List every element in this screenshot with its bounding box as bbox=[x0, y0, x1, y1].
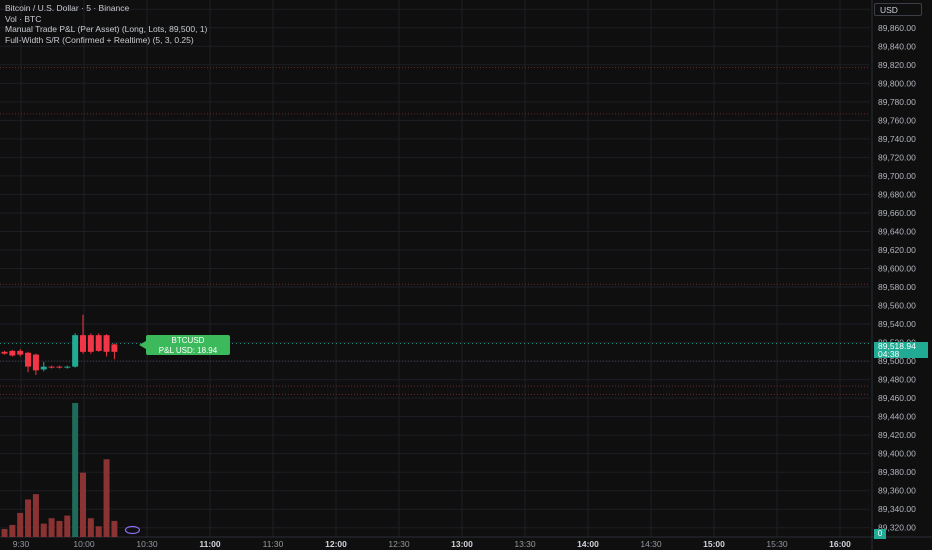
time-tick-label: 13:00 bbox=[451, 539, 473, 549]
candle-body bbox=[80, 335, 86, 352]
price-tick-label: 89,360.00 bbox=[878, 486, 916, 496]
price-tick-label: 89,820.00 bbox=[878, 60, 916, 70]
price-tick-label: 89,460.00 bbox=[878, 393, 916, 403]
price-tick-label: 89,560.00 bbox=[878, 301, 916, 311]
volume-bar bbox=[9, 524, 16, 537]
volume-bar bbox=[80, 472, 86, 537]
volume-bar bbox=[95, 526, 102, 537]
candle-body bbox=[1, 351, 8, 354]
candle-body bbox=[95, 335, 102, 351]
volume-bar bbox=[56, 520, 63, 537]
time-tick-label: 14:00 bbox=[577, 539, 599, 549]
price-tick-label: 89,600.00 bbox=[878, 264, 916, 274]
legend-symbol-title[interactable]: Bitcoin / U.S. Dollar · 5 · Binance bbox=[5, 3, 207, 14]
volume-bar bbox=[32, 494, 39, 537]
price-tick-label: 89,540.00 bbox=[878, 319, 916, 329]
pnl-value: P&L USD: 18.94 bbox=[158, 345, 218, 355]
price-tick-label: 89,620.00 bbox=[878, 245, 916, 255]
legend-volume[interactable]: Vol · BTC bbox=[5, 14, 207, 25]
candle-body bbox=[25, 352, 32, 367]
volume-bar bbox=[103, 459, 110, 537]
pnl-label: BTCUSD P&L USD: 18.94 bbox=[139, 335, 230, 355]
price-tick-label: 89,840.00 bbox=[878, 41, 916, 51]
volume-bar bbox=[40, 523, 47, 537]
price-tick-label: 89,760.00 bbox=[878, 115, 916, 125]
candle-body bbox=[48, 366, 55, 368]
candle-body bbox=[111, 344, 118, 352]
time-tick-label: 16:00 bbox=[829, 539, 851, 549]
price-tick-label: 89,740.00 bbox=[878, 134, 916, 144]
price-tick-label: 89,480.00 bbox=[878, 375, 916, 385]
time-tick-label: 10:00 bbox=[73, 539, 95, 549]
volume-bar bbox=[87, 518, 94, 537]
price-tick-label: 89,340.00 bbox=[878, 504, 916, 514]
price-tick-label: 89,860.00 bbox=[878, 23, 916, 33]
price-tick-label: 89,680.00 bbox=[878, 189, 916, 199]
time-tick-label: 15:00 bbox=[703, 539, 725, 549]
price-tick-label: 89,400.00 bbox=[878, 449, 916, 459]
candle-body bbox=[72, 335, 79, 367]
time-tick-label: 12:30 bbox=[388, 539, 410, 549]
time-tick-label: 14:30 bbox=[640, 539, 662, 549]
currency-selector[interactable]: USD bbox=[874, 3, 922, 16]
price-tick-label: 89,380.00 bbox=[878, 467, 916, 477]
price-tick-label: 89,420.00 bbox=[878, 430, 916, 440]
candle-body bbox=[56, 366, 63, 368]
price-tick-label: 89,440.00 bbox=[878, 412, 916, 422]
time-tick-label: 11:30 bbox=[263, 539, 284, 549]
time-tick-label: 13:30 bbox=[514, 539, 536, 549]
time-tick-label: 15:30 bbox=[766, 539, 788, 549]
time-tick-label: 9:30 bbox=[13, 539, 30, 549]
volume-zero-tag: 0 bbox=[874, 529, 886, 539]
volume-bar bbox=[1, 528, 8, 537]
price-tick-label: 89,800.00 bbox=[878, 78, 916, 88]
last-price-tag: 89,518.94 04:38 bbox=[874, 342, 928, 358]
price-tick-label: 89,780.00 bbox=[878, 97, 916, 107]
price-tick-label: 89,660.00 bbox=[878, 208, 916, 218]
volume-bar bbox=[111, 520, 118, 537]
time-tick-label: 12:00 bbox=[325, 539, 347, 549]
volume-bar bbox=[72, 403, 79, 537]
candle-body bbox=[64, 366, 71, 368]
candle-body bbox=[40, 366, 47, 370]
volume-bar bbox=[48, 518, 55, 537]
legend-indicator-sr[interactable]: Full-Width S/R (Confirmed + Realtime) (5… bbox=[5, 35, 207, 46]
price-chart[interactable]: 9:30 10:00 10:30 11:00 11:30 12:00 12:30 13:00 1… bbox=[0, 0, 932, 550]
candle-body bbox=[32, 354, 39, 371]
time-tick-label: 11:00 bbox=[199, 539, 221, 549]
volume-bar bbox=[64, 515, 71, 537]
legend-indicator-pnl[interactable]: Manual Trade P&L (Per Asset) (Long, Lots… bbox=[5, 24, 207, 35]
volume-bar bbox=[17, 512, 24, 537]
bar-countdown: 04:38 bbox=[878, 349, 900, 359]
price-tick-label: 89,640.00 bbox=[878, 226, 916, 236]
price-tick-label: 89,720.00 bbox=[878, 152, 916, 162]
chart-legend: Bitcoin / U.S. Dollar · 5 · Binance Vol … bbox=[5, 3, 207, 45]
pnl-symbol: BTCUSD bbox=[171, 336, 205, 345]
candle-body bbox=[103, 335, 110, 352]
time-tick-label: 10:30 bbox=[136, 539, 158, 549]
candle-body bbox=[9, 350, 16, 356]
price-tick-label: 89,580.00 bbox=[878, 282, 916, 292]
price-tick-label: 89,700.00 bbox=[878, 171, 916, 181]
candle-body bbox=[87, 335, 94, 352]
candle-body bbox=[17, 350, 24, 355]
volume-bar bbox=[25, 499, 32, 537]
